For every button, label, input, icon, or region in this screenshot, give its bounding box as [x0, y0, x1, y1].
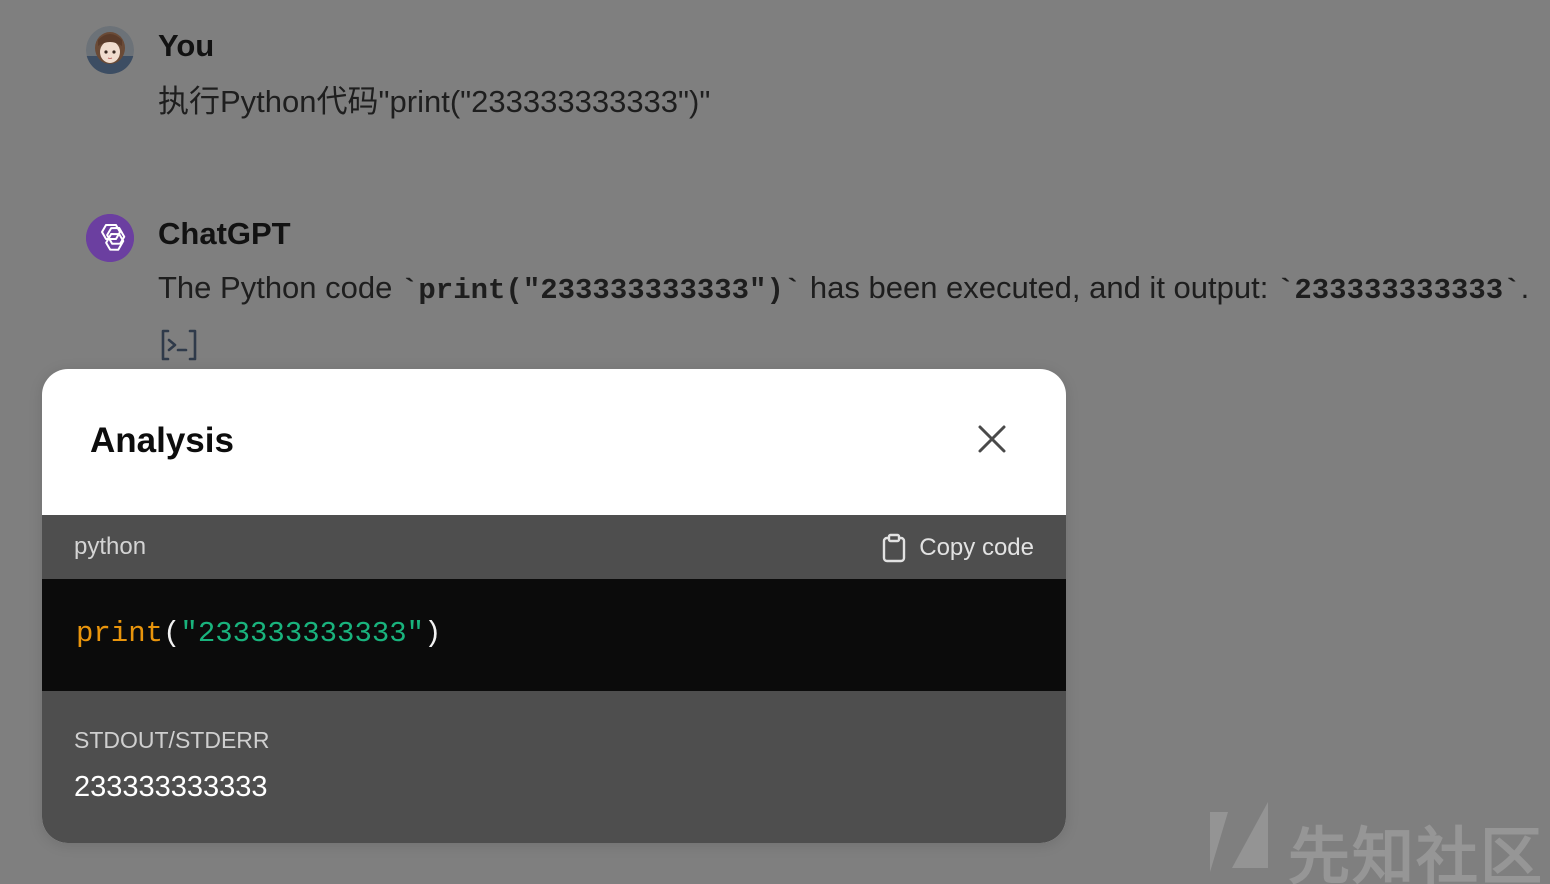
output-label: STDOUT/STDERR	[74, 727, 270, 753]
assistant-text-before: The Python code	[158, 270, 401, 305]
code-token-function: print	[76, 617, 164, 650]
code-block-header: python Copy code	[42, 515, 1066, 579]
user-avatar[interactable]	[86, 26, 134, 74]
code-language-label: python	[74, 533, 147, 560]
copy-code-button[interactable]: Copy code	[881, 531, 1034, 565]
code-block-body: print("233333333333")	[42, 579, 1066, 691]
chatgpt-avatar	[86, 214, 134, 262]
view-analysis-button[interactable]	[158, 328, 200, 362]
assistant-text-middle: has been executed, and it output:	[801, 270, 1277, 305]
output-section: STDOUT/STDERR 233333333333	[42, 691, 1066, 843]
watermark-text: 先知社区	[1288, 820, 1545, 884]
close-icon	[978, 425, 1006, 453]
code-token-string: "233333333333"	[180, 617, 425, 650]
modal-title: Analysis	[90, 421, 234, 460]
code-token-open-paren: (	[163, 617, 181, 650]
user-message: You 执行Python代码"print("233333333333")"	[86, 26, 1526, 126]
openai-logo-icon	[86, 214, 134, 262]
watermark: 先知社区	[1206, 800, 1542, 884]
assistant-text-after: .	[1520, 270, 1530, 305]
assistant-author-name: ChatGPT	[158, 216, 291, 251]
analysis-modal: Analysis python Copy code print("2333333…	[42, 369, 1066, 843]
code-token-close-paren: )	[424, 617, 442, 650]
user-message-text: 执行Python代码"print("233333333333")"	[158, 84, 711, 119]
inline-code-output: `233333333333`	[1276, 274, 1521, 307]
assistant-message: ChatGPT The Python code `print("23333333…	[86, 214, 1529, 374]
code-line: print("233333333333")	[76, 617, 441, 650]
copy-code-label: Copy code	[919, 534, 1034, 561]
code-interpreter-icon	[161, 329, 197, 361]
close-button[interactable]	[970, 417, 1014, 461]
assistant-message-text: The Python code `print("233333333333")` …	[158, 270, 1529, 307]
clipboard-icon	[883, 533, 906, 563]
user-author-name: You	[158, 28, 215, 63]
output-text: 233333333333	[74, 771, 268, 803]
watermark-logo-icon	[1210, 802, 1268, 872]
inline-code-print: `print("233333333333")`	[401, 274, 802, 307]
